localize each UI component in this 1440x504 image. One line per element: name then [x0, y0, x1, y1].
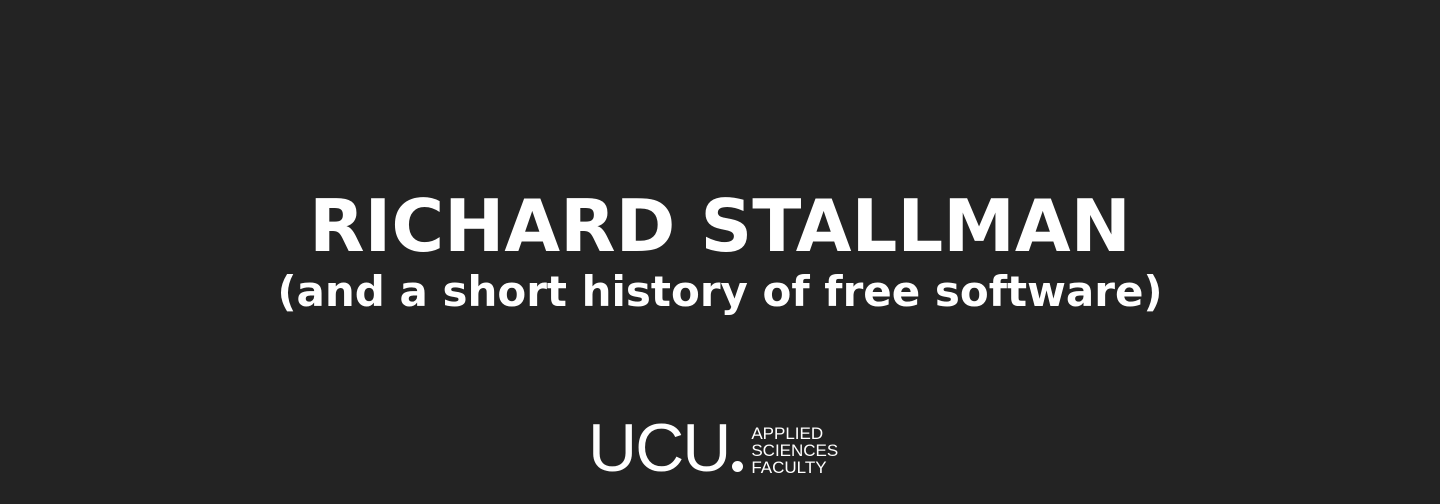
logo-line-sciences: SCIENCES — [751, 441, 839, 460]
logo-line-applied: APPLIED — [751, 424, 824, 443]
slide-title: RICHARD STALLMAN — [309, 184, 1131, 268]
presentation-slide: RICHARD STALLMAN (and a short history of… — [0, 0, 1440, 504]
logo-text: APPLIED SCIENCES FACULTY — [751, 425, 838, 476]
logo-dot-icon — [732, 461, 744, 472]
ucu-logo: UCU APPLIED SCIENCES FACULTY — [588, 410, 838, 486]
slide-subtitle: (and a short history of free software) — [277, 267, 1163, 316]
logo-mark: UCU — [588, 410, 731, 486]
title-block: RICHARD STALLMAN (and a short history of… — [0, 178, 1440, 318]
logo-line-faculty: FACULTY — [751, 458, 827, 477]
